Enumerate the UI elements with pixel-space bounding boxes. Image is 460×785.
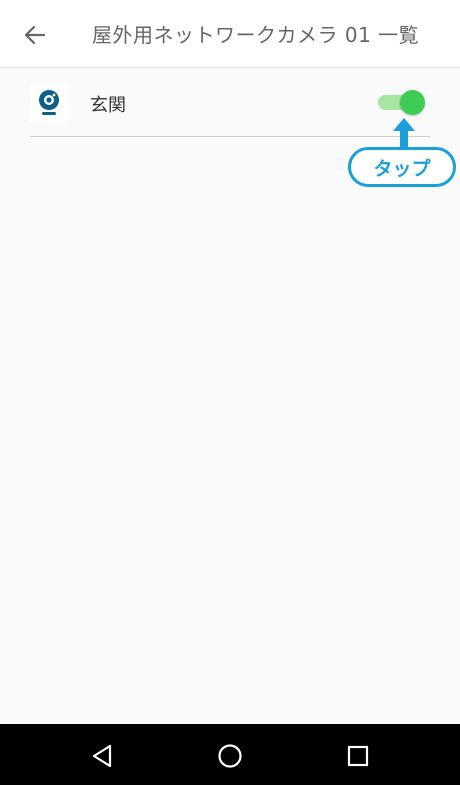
circle-home-icon — [218, 744, 242, 768]
arrow-left-icon — [24, 25, 46, 45]
nav-recents-button[interactable] — [338, 736, 378, 776]
triangle-back-icon — [92, 744, 112, 768]
system-nav-bar — [0, 724, 460, 785]
tap-arrow-icon — [393, 118, 415, 150]
toggle-thumb — [400, 90, 425, 115]
page-title: 屋外用ネットワークカメラ 01 一覧 — [92, 23, 420, 47]
back-button[interactable] — [18, 18, 52, 52]
camera-thumbnail — [30, 84, 68, 122]
app-bar: 屋外用ネットワークカメラ 01 一覧 — [0, 0, 460, 68]
list-item-label: 玄関 — [90, 95, 126, 116]
square-recents-icon — [347, 745, 369, 767]
camera-toggle-switch[interactable] — [376, 88, 426, 116]
tap-annotation-label: タップ — [373, 157, 431, 180]
nav-home-button[interactable] — [210, 736, 250, 776]
camera-icon — [39, 90, 59, 115]
list-item-camera[interactable]: 玄関 — [30, 80, 430, 137]
tap-annotation-bubble: タップ — [348, 147, 456, 187]
nav-back-button[interactable] — [82, 736, 122, 776]
